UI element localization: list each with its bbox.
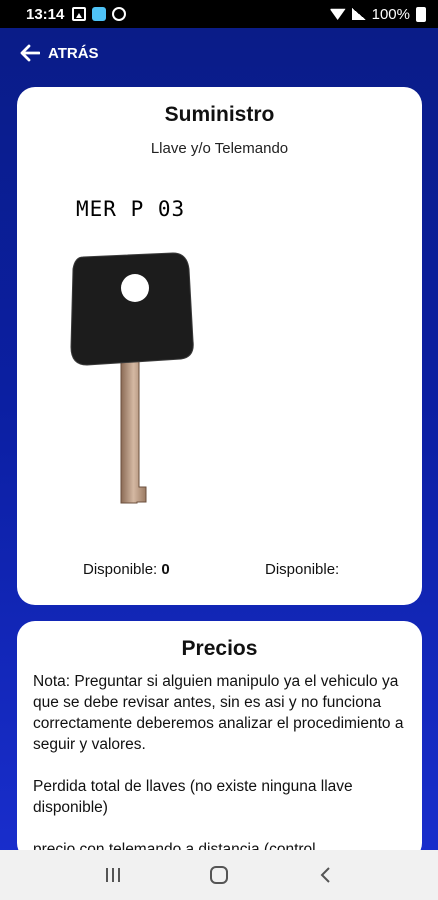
prices-total-loss: Perdida total de llaves (no existe ningu… bbox=[33, 778, 353, 816]
supply-subtitle: Llave y/o Telemando bbox=[150, 140, 289, 157]
wifi-icon bbox=[330, 8, 346, 20]
chevron-left-icon bbox=[320, 867, 330, 883]
signal-icon bbox=[351, 8, 366, 20]
availability-1-label: Disponible: bbox=[83, 561, 158, 578]
availability-2: Disponible: bbox=[265, 561, 339, 578]
home-icon bbox=[210, 866, 228, 884]
status-time: 13:14 bbox=[26, 5, 65, 23]
home-button[interactable] bbox=[199, 855, 239, 895]
availability-1: Disponible: 0 bbox=[83, 561, 170, 578]
status-bar: 13:14 100% bbox=[0, 0, 438, 28]
key-code: MER P 03 bbox=[76, 197, 186, 221]
gallery-notification-icon bbox=[72, 7, 87, 21]
battery-percent: 100% bbox=[371, 5, 410, 23]
prices-body: Nota: Preguntar si alguien manipulo ya e… bbox=[17, 661, 422, 860]
availability-2-label: Disponible: bbox=[265, 561, 340, 578]
prices-card: Precios Nota: Preguntar si alguien manip… bbox=[17, 621, 422, 861]
back-label: ATRÁS bbox=[48, 44, 99, 62]
back-button[interactable]: ATRÁS bbox=[20, 44, 99, 62]
prices-note: Nota: Preguntar si alguien manipulo ya e… bbox=[33, 673, 404, 753]
supply-card: Suministro Llave y/o Telemando MER P 03 … bbox=[17, 87, 422, 605]
supply-title: Suministro bbox=[164, 103, 275, 126]
system-nav-bar bbox=[0, 850, 438, 900]
key-image bbox=[70, 252, 194, 504]
sync-notification-icon bbox=[112, 7, 127, 21]
arrow-left-icon bbox=[20, 44, 40, 62]
recent-apps-icon bbox=[106, 868, 120, 882]
battery-icon bbox=[416, 6, 426, 22]
availability-1-value: 0 bbox=[161, 561, 170, 578]
prices-title: Precios bbox=[181, 637, 258, 660]
nav-back-button[interactable] bbox=[305, 855, 345, 895]
app-notification-icon bbox=[92, 7, 107, 21]
recent-apps-button[interactable] bbox=[93, 855, 133, 895]
